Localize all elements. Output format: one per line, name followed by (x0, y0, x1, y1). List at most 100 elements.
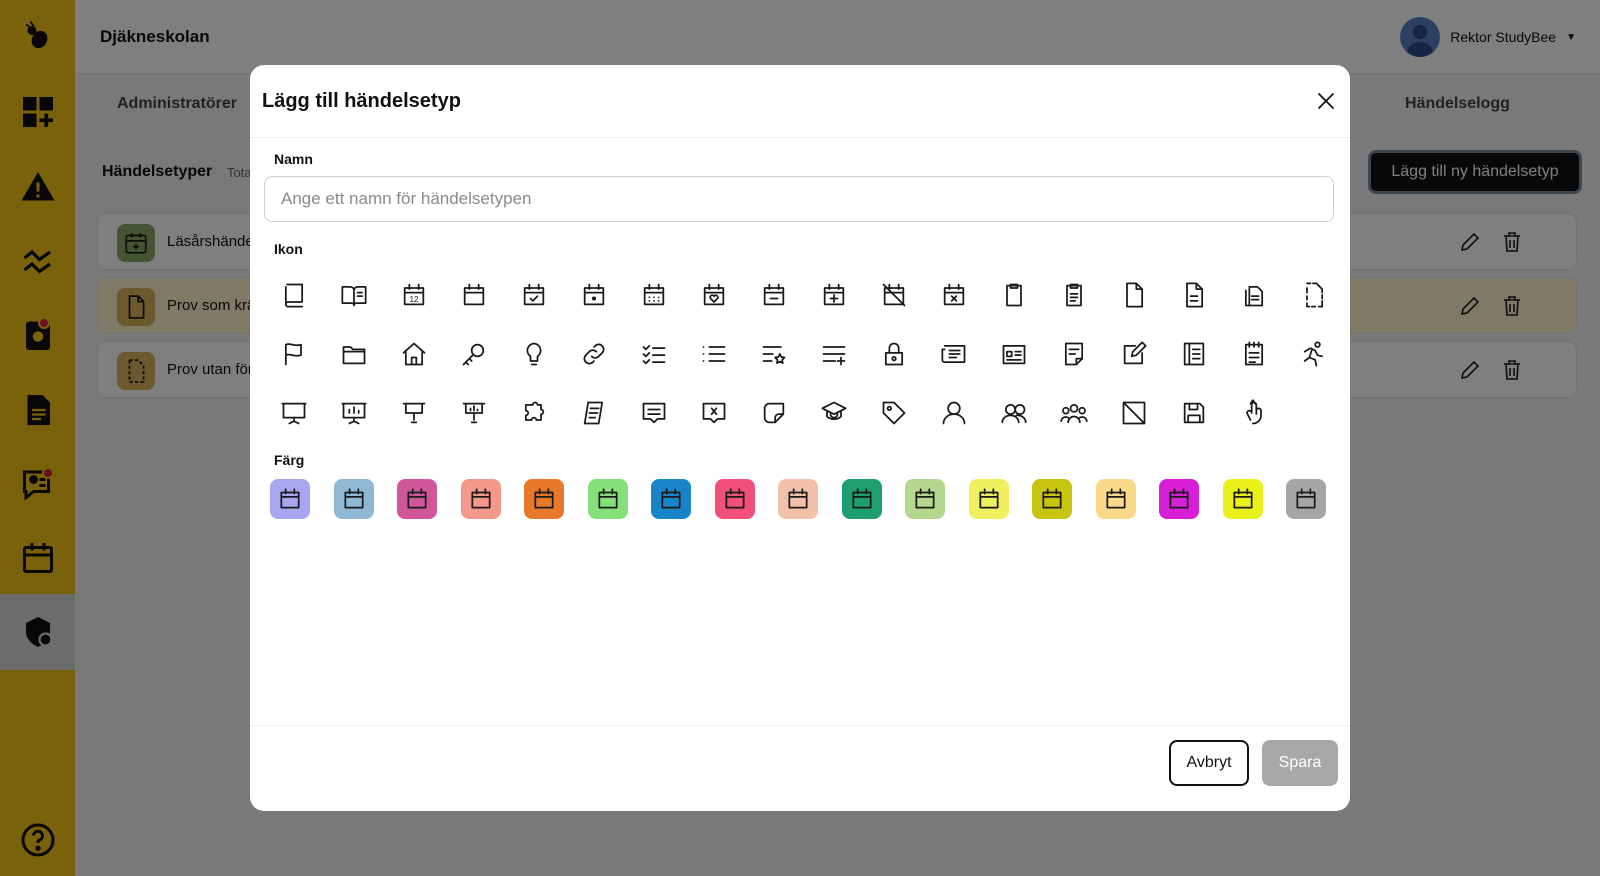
clipboard-list-icon[interactable] (1044, 265, 1104, 324)
clipboard-icon[interactable] (984, 265, 1044, 324)
svg-text:12: 12 (409, 295, 419, 304)
calendar-dot-icon[interactable] (564, 265, 624, 324)
add-event-type-dialog: Lägg till händelsetyp Namn Ikon 12 Färg … (250, 65, 1350, 811)
dialog-header: Lägg till händelsetyp (250, 65, 1350, 138)
calendar-number-icon[interactable]: 12 (384, 265, 444, 324)
lock-icon[interactable] (864, 324, 924, 383)
user-icon[interactable] (924, 383, 984, 442)
list-star-icon[interactable] (744, 324, 804, 383)
book-open-icon[interactable] (324, 265, 384, 324)
color-swatch[interactable] (1286, 479, 1326, 519)
color-swatch[interactable] (460, 479, 501, 519)
color-label: Färg (274, 452, 305, 468)
color-swatch[interactable] (714, 479, 755, 519)
color-swatch[interactable] (1159, 479, 1199, 519)
lightbulb-icon[interactable] (504, 324, 564, 383)
calendar-icon (280, 488, 300, 509)
calendar-icon (978, 488, 999, 509)
link-icon[interactable] (564, 324, 624, 383)
book-icon[interactable] (264, 265, 324, 324)
hand-pointer-icon[interactable] (1224, 383, 1284, 442)
save-button[interactable]: Spara (1262, 740, 1338, 786)
calendar-minus-icon[interactable] (744, 265, 804, 324)
message-x-icon[interactable] (684, 383, 744, 442)
presentation-icon[interactable] (264, 383, 324, 442)
calendar-icon (915, 488, 935, 509)
calendar-plus-icon[interactable] (804, 265, 864, 324)
color-swatch[interactable] (651, 479, 691, 519)
calendar-icon (597, 488, 618, 509)
color-swatch[interactable] (270, 479, 310, 519)
icon-picker: 12 (264, 265, 1344, 442)
color-swatch[interactable] (397, 479, 437, 519)
calendar-icon (1296, 488, 1316, 509)
icon-label: Ikon (274, 241, 303, 257)
calendar-icon (1232, 488, 1253, 509)
puzzle-icon[interactable] (504, 383, 564, 442)
notepad-icon[interactable] (1224, 324, 1284, 383)
edit-icon[interactable] (1104, 324, 1164, 383)
cancel-button[interactable]: Avbryt (1169, 740, 1249, 786)
calendar-icon (534, 488, 554, 509)
save-icon[interactable] (1164, 383, 1224, 442)
running-icon[interactable] (1284, 324, 1344, 383)
receipt-icon[interactable] (564, 383, 624, 442)
calendar-icon (788, 488, 808, 509)
users-icon[interactable] (984, 383, 1044, 442)
color-swatch[interactable] (778, 479, 818, 519)
dialog-title: Lägg till händelsetyp (262, 90, 461, 112)
calendar-icon[interactable] (444, 265, 504, 324)
calendar-check-icon[interactable] (504, 265, 564, 324)
calendar-off-icon[interactable] (864, 265, 924, 324)
color-swatch[interactable] (524, 479, 564, 519)
name-input[interactable] (264, 176, 1334, 222)
calendar-icon (724, 488, 745, 509)
folder-icon[interactable] (324, 324, 384, 383)
note-icon[interactable] (1044, 324, 1104, 383)
calendar-x-icon[interactable] (924, 265, 984, 324)
calendar-icon (1169, 488, 1189, 509)
color-swatch[interactable] (1222, 479, 1263, 519)
easel-chart-icon[interactable] (444, 383, 504, 442)
list-icon[interactable] (684, 324, 744, 383)
tag-icon[interactable] (864, 383, 924, 442)
color-swatch[interactable] (1032, 479, 1072, 519)
calendar-icon (851, 488, 872, 509)
id-card-icon[interactable] (984, 324, 1044, 383)
calendar-icon (1105, 488, 1126, 509)
file-icon[interactable] (1104, 265, 1164, 324)
calendar-icon (470, 488, 491, 509)
users-group-icon[interactable] (1044, 383, 1104, 442)
newspaper-icon[interactable] (924, 324, 984, 383)
square-slash-icon[interactable] (1104, 383, 1164, 442)
message-square-icon[interactable] (624, 383, 684, 442)
color-swatch[interactable] (841, 479, 882, 519)
graduation-icon[interactable] (804, 383, 864, 442)
close-icon[interactable] (1314, 89, 1338, 113)
calendar-icon (1042, 488, 1062, 509)
calendar-icon (407, 488, 427, 509)
file-dashed-icon[interactable] (1284, 265, 1344, 324)
presentation-chart-icon[interactable] (324, 383, 384, 442)
calendar-icon (343, 488, 364, 509)
calendar-days-icon[interactable] (624, 265, 684, 324)
calendar-heart-icon[interactable] (684, 265, 744, 324)
sticky-note-icon[interactable] (744, 383, 804, 442)
flag-icon[interactable] (264, 324, 324, 383)
file-text-icon[interactable] (1164, 265, 1224, 324)
color-swatch[interactable] (587, 479, 628, 519)
list-plus-icon[interactable] (804, 324, 864, 383)
easel-icon[interactable] (384, 383, 444, 442)
key-icon[interactable] (444, 324, 504, 383)
color-swatch[interactable] (333, 479, 374, 519)
color-swatch[interactable] (968, 479, 1009, 519)
color-swatch[interactable] (1095, 479, 1136, 519)
list-checks-icon[interactable] (624, 324, 684, 383)
files-icon[interactable] (1224, 265, 1284, 324)
home-icon[interactable] (384, 324, 444, 383)
notebook-icon[interactable] (1164, 324, 1224, 383)
color-picker (270, 479, 1326, 519)
dialog-footer: Avbryt Spara (250, 725, 1350, 811)
color-swatch[interactable] (905, 479, 945, 519)
calendar-icon (661, 488, 681, 509)
